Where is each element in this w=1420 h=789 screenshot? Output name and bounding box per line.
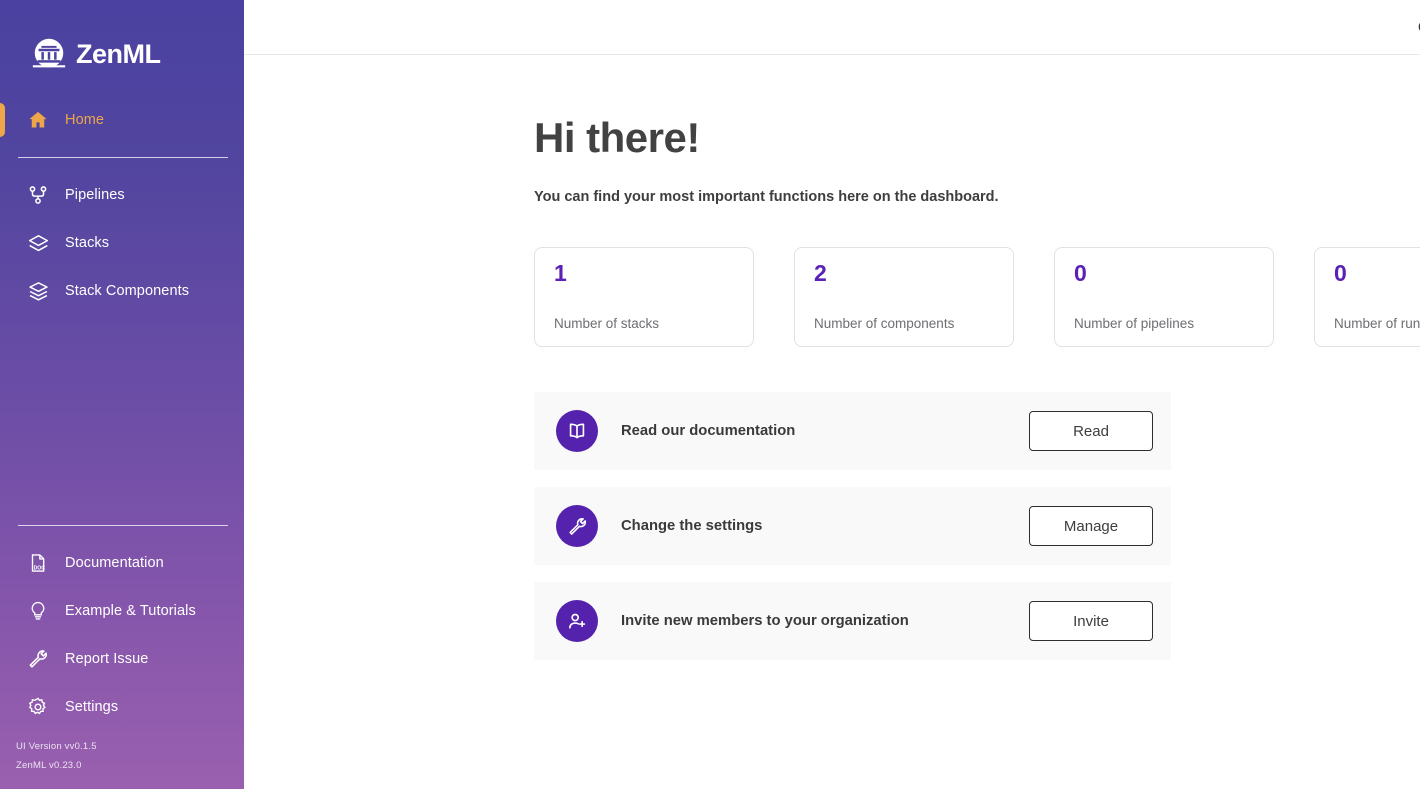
sidebar-item-label: Report Issue bbox=[65, 651, 148, 667]
stat-value: 2 bbox=[814, 262, 1013, 285]
sidebar-item-label: Pipelines bbox=[65, 187, 125, 203]
main-area: default D Hi there! You can find your mo… bbox=[244, 0, 1420, 789]
doc-file-icon: DOC bbox=[26, 551, 50, 575]
brand-name: ZenML bbox=[76, 41, 161, 68]
page-title: Hi there! bbox=[534, 117, 1420, 159]
active-indicator bbox=[0, 103, 5, 137]
action-label: Change the settings bbox=[621, 518, 1029, 534]
sidebar-item-label: Stack Components bbox=[65, 283, 189, 299]
wrench-icon bbox=[26, 647, 50, 671]
stat-label: Number of runs bbox=[1334, 316, 1420, 331]
version-info: UI Version vv0.1.5 ZenML v0.23.0 bbox=[0, 737, 244, 789]
page-subtitle: You can find your most important functio… bbox=[534, 189, 1420, 205]
brand-logo[interactable]: ZenML bbox=[0, 0, 244, 86]
stat-label: Number of components bbox=[814, 316, 954, 331]
invite-button[interactable]: Invite bbox=[1029, 601, 1153, 641]
stat-card-stacks: 1 Number of stacks bbox=[534, 247, 754, 347]
action-row-settings: Change the settings Manage bbox=[534, 487, 1171, 565]
stat-label: Number of pipelines bbox=[1074, 316, 1194, 331]
zenml-logo-icon bbox=[30, 35, 68, 73]
sidebar-divider-top bbox=[18, 157, 228, 158]
sidebar-item-home[interactable]: Home bbox=[0, 96, 244, 144]
sidebar-primary-nav: Home Pipelines bbox=[0, 96, 244, 315]
sidebar-item-settings[interactable]: Settings bbox=[0, 683, 244, 731]
sidebar-item-label: Documentation bbox=[65, 555, 164, 571]
stacked-layers-icon bbox=[26, 279, 50, 303]
gear-icon bbox=[26, 695, 50, 719]
action-label: Invite new members to your organization bbox=[621, 613, 1029, 629]
sidebar-secondary-nav: DOC Documentation Example & Tutorials bbox=[0, 512, 244, 737]
sidebar-item-label: Stacks bbox=[65, 235, 109, 251]
sidebar-item-label: Example & Tutorials bbox=[65, 603, 196, 619]
book-icon bbox=[556, 410, 598, 452]
sidebar-item-documentation[interactable]: DOC Documentation bbox=[0, 539, 244, 587]
stat-value: 0 bbox=[1074, 262, 1273, 285]
top-bar: default D bbox=[244, 0, 1420, 55]
action-label: Read our documentation bbox=[621, 423, 1029, 439]
dashboard-content: Hi there! You can find your most importa… bbox=[244, 55, 1420, 677]
ui-version: UI Version vv0.1.5 bbox=[16, 737, 244, 756]
user-plus-icon bbox=[556, 600, 598, 642]
sidebar-divider-bottom bbox=[18, 525, 228, 526]
wrench-icon bbox=[556, 505, 598, 547]
stat-value: 1 bbox=[554, 262, 753, 285]
action-row-documentation: Read our documentation Read bbox=[534, 392, 1171, 470]
sidebar-item-stack-components[interactable]: Stack Components bbox=[0, 267, 244, 315]
sidebar: ZenML Home bbox=[0, 0, 244, 789]
home-icon bbox=[26, 108, 50, 132]
pipeline-branch-icon bbox=[26, 183, 50, 207]
stat-value: 0 bbox=[1334, 262, 1420, 285]
sidebar-item-stacks[interactable]: Stacks bbox=[0, 219, 244, 267]
sidebar-item-examples-tutorials[interactable]: Example & Tutorials bbox=[0, 587, 244, 635]
read-button[interactable]: Read bbox=[1029, 411, 1153, 451]
svg-text:DOC: DOC bbox=[34, 565, 46, 571]
manage-button[interactable]: Manage bbox=[1029, 506, 1153, 546]
action-row-invite: Invite new members to your organization … bbox=[534, 582, 1171, 660]
layers-icon bbox=[26, 231, 50, 255]
stats-row: 1 Number of stacks 2 Number of component… bbox=[534, 247, 1420, 347]
quick-actions-list: Read our documentation Read Change the s… bbox=[534, 392, 1171, 660]
sidebar-item-label: Settings bbox=[65, 699, 118, 715]
stat-card-components: 2 Number of components bbox=[794, 247, 1014, 347]
stat-label: Number of stacks bbox=[554, 316, 659, 331]
app-root: ZenML Home bbox=[0, 0, 1420, 789]
sidebar-item-pipelines[interactable]: Pipelines bbox=[0, 171, 244, 219]
sidebar-item-report-issue[interactable]: Report Issue bbox=[0, 635, 244, 683]
server-version: ZenML v0.23.0 bbox=[16, 756, 244, 775]
stat-card-pipelines: 0 Number of pipelines bbox=[1054, 247, 1274, 347]
stat-card-runs: 0 Number of runs bbox=[1314, 247, 1420, 347]
sidebar-item-label: Home bbox=[65, 112, 104, 128]
lightbulb-icon bbox=[26, 599, 50, 623]
